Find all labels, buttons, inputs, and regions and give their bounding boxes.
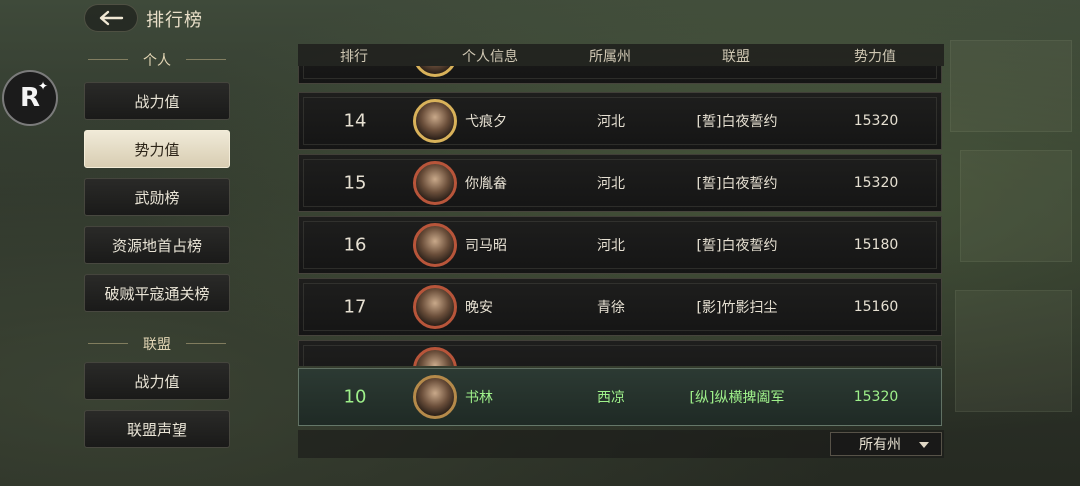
- background-map: [955, 290, 1072, 412]
- header: 排行榜: [0, 0, 1080, 38]
- table-row[interactable]: 16 司马昭 河北 [誓]白夜誓约 15180: [298, 216, 942, 274]
- table-row[interactable]: 17 晚安 青徐 [影]竹影扫尘 15160: [298, 278, 942, 336]
- player-name: 晚安: [465, 300, 493, 316]
- my-region-value: 西凉: [597, 390, 625, 406]
- my-player-name: 书林: [465, 390, 493, 406]
- rank-value: 14: [343, 110, 367, 132]
- column-influence: 势力值: [854, 49, 896, 65]
- alliance-value: [誓]白夜誓约: [696, 176, 778, 192]
- influence-value: 15320: [853, 175, 899, 191]
- table-row-partial: [298, 66, 942, 84]
- alliance-value: [誓]白夜誓约: [696, 238, 778, 254]
- rank-value: 15: [343, 172, 367, 194]
- my-alliance-value: [纵]纵横捭阖军: [689, 390, 785, 406]
- player-name: 你胤畚: [465, 176, 507, 192]
- column-rank: 排行: [340, 49, 368, 65]
- rank-value: 17: [343, 296, 367, 318]
- avatar[interactable]: [413, 161, 457, 205]
- table-row[interactable]: 15 你胤畚 河北 [誓]白夜誓约 15320: [298, 154, 942, 212]
- ranking-list[interactable]: 14 弋痕夕 河北 [誓]白夜誓约 15320 15 你胤畚 河北 [誓]白夜誓…: [298, 66, 944, 366]
- region-filter-select[interactable]: 所有州: [830, 432, 942, 456]
- menu-item-bandit-clear[interactable]: 破贼平寇通关榜: [84, 274, 230, 312]
- region-value: 河北: [597, 114, 625, 130]
- region-value: 河北: [597, 238, 625, 254]
- rank-value: 16: [343, 234, 367, 256]
- region-value: 青徐: [597, 300, 625, 316]
- arrow-left-icon: [99, 10, 124, 26]
- background-map: [950, 40, 1072, 132]
- region-value: 河北: [597, 176, 625, 192]
- influence-value: 15320: [853, 113, 899, 129]
- table-row-partial: [298, 340, 942, 366]
- influence-value: 15160: [853, 299, 899, 315]
- player-name: 司马昭: [465, 238, 507, 254]
- menu-item-alliance-power[interactable]: 战力值: [84, 362, 230, 400]
- my-influence-value: 15320: [853, 389, 899, 405]
- table-header: 排行 个人信息 所属州 联盟 势力值: [298, 44, 944, 66]
- caret-down-icon: [919, 442, 929, 448]
- table-row[interactable]: 14 弋痕夕 河北 [誓]白夜誓约 15320: [298, 92, 942, 150]
- back-button[interactable]: [84, 4, 138, 32]
- section-label-alliance: 联盟: [84, 334, 230, 354]
- player-name: 弋痕夕: [465, 114, 507, 130]
- menu-item-power[interactable]: 战力值: [84, 82, 230, 120]
- region-filter-value: 所有州: [859, 437, 901, 453]
- menu-item-merit[interactable]: 武勋榜: [84, 178, 230, 216]
- section-label-personal: 个人: [84, 50, 230, 70]
- my-avatar[interactable]: [413, 375, 457, 419]
- my-rank-row[interactable]: 10 书林 西凉 [纵]纵横捭阖军 15320: [298, 368, 942, 426]
- menu-item-alliance-prestige[interactable]: 联盟声望: [84, 410, 230, 448]
- avatar[interactable]: [413, 285, 457, 329]
- column-alliance: 联盟: [722, 49, 750, 65]
- influence-value: 15180: [853, 237, 899, 253]
- r-assistant-button[interactable]: R ✦: [2, 70, 58, 126]
- menu-item-influence[interactable]: 势力值: [84, 130, 230, 168]
- column-player-info: 个人信息: [462, 49, 518, 65]
- column-region: 所属州: [589, 49, 631, 65]
- alliance-value: [誓]白夜誓约: [696, 114, 778, 130]
- background-map: [960, 150, 1072, 262]
- avatar[interactable]: [413, 223, 457, 267]
- avatar[interactable]: [413, 99, 457, 143]
- menu-item-resource-first[interactable]: 资源地首占榜: [84, 226, 230, 264]
- alliance-value: [影]竹影扫尘: [696, 300, 778, 316]
- sparkle-icon: ✦: [37, 79, 48, 93]
- page-title: 排行榜: [146, 10, 203, 31]
- my-rank-value: 10: [343, 386, 367, 408]
